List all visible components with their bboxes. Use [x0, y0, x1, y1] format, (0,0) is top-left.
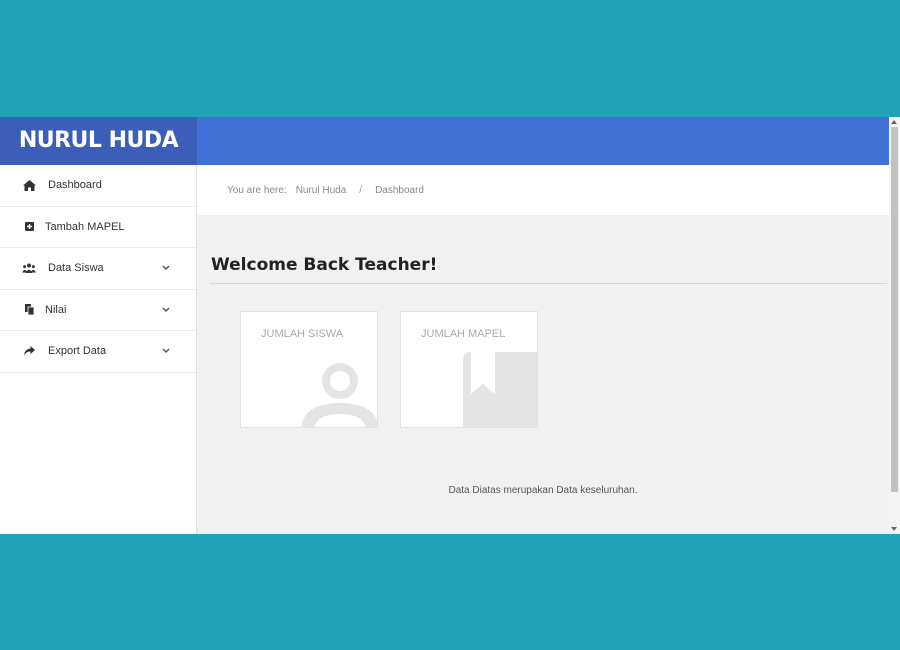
stat-card-jumlah-mapel[interactable]: JUMLAH MAPEL — [400, 311, 538, 428]
app-window: NURUL HUDA Dashboard Tambah MAPEL Data S… — [0, 117, 900, 534]
breadcrumb-item-home[interactable]: Nurul Huda — [296, 185, 347, 196]
users-icon — [22, 262, 36, 274]
share-icon — [22, 345, 36, 357]
sidebar-item-label: Nilai — [45, 303, 67, 316]
breadcrumb-prefix: You are here: — [227, 184, 287, 196]
brand-logo[interactable]: NURUL HUDA — [0, 117, 197, 165]
breadcrumb: You are here: Nurul Huda / Dashboard — [197, 165, 889, 215]
sidebar-item-dashboard[interactable]: Dashboard — [0, 165, 196, 207]
breadcrumb-separator: / — [359, 184, 363, 196]
scroll-thumb[interactable] — [891, 127, 898, 492]
breadcrumb-item-current[interactable]: Dashboard — [375, 185, 424, 196]
page-title: Welcome Back Teacher! — [211, 255, 438, 275]
sidebar-item-label: Data Siswa — [48, 262, 104, 275]
chevron-down-icon[interactable] — [162, 304, 170, 316]
stat-card-label: JUMLAH SISWA — [261, 328, 344, 340]
copy-icon — [22, 304, 36, 316]
title-divider — [210, 283, 887, 284]
sidebar-item-label: Dashboard — [48, 179, 102, 192]
sidebar-item-export-data[interactable]: Export Data — [0, 331, 196, 373]
vertical-scrollbar[interactable] — [889, 117, 900, 534]
scroll-down-arrow-icon[interactable] — [891, 527, 897, 531]
summary-note: Data Diatas merupakan Data keseluruhan. — [448, 485, 638, 496]
sidebar-item-tambah-mapel[interactable]: Tambah MAPEL — [0, 207, 196, 248]
stat-card-jumlah-siswa[interactable]: JUMLAH SISWA — [240, 311, 378, 428]
chevron-down-icon[interactable] — [162, 262, 170, 274]
book-icon — [463, 352, 537, 427]
sidebar-item-label: Export Data — [48, 345, 107, 358]
sidebar-item-nilai[interactable]: Nilai — [0, 290, 196, 331]
chevron-down-icon[interactable] — [162, 345, 170, 357]
scroll-up-arrow-icon[interactable] — [891, 120, 897, 124]
sidebar: Dashboard Tambah MAPEL Data Siswa Nilai — [0, 165, 197, 534]
home-icon — [22, 179, 36, 191]
main-content: Welcome Back Teacher! JUMLAH SISWA JUMLA… — [197, 215, 889, 534]
sidebar-item-label: Tambah MAPEL — [45, 220, 125, 233]
user-icon — [301, 363, 377, 427]
stat-card-label: JUMLAH MAPEL — [421, 328, 506, 340]
plus-square-icon — [22, 221, 36, 233]
top-navbar — [197, 117, 889, 165]
sidebar-item-data-siswa[interactable]: Data Siswa — [0, 248, 196, 290]
